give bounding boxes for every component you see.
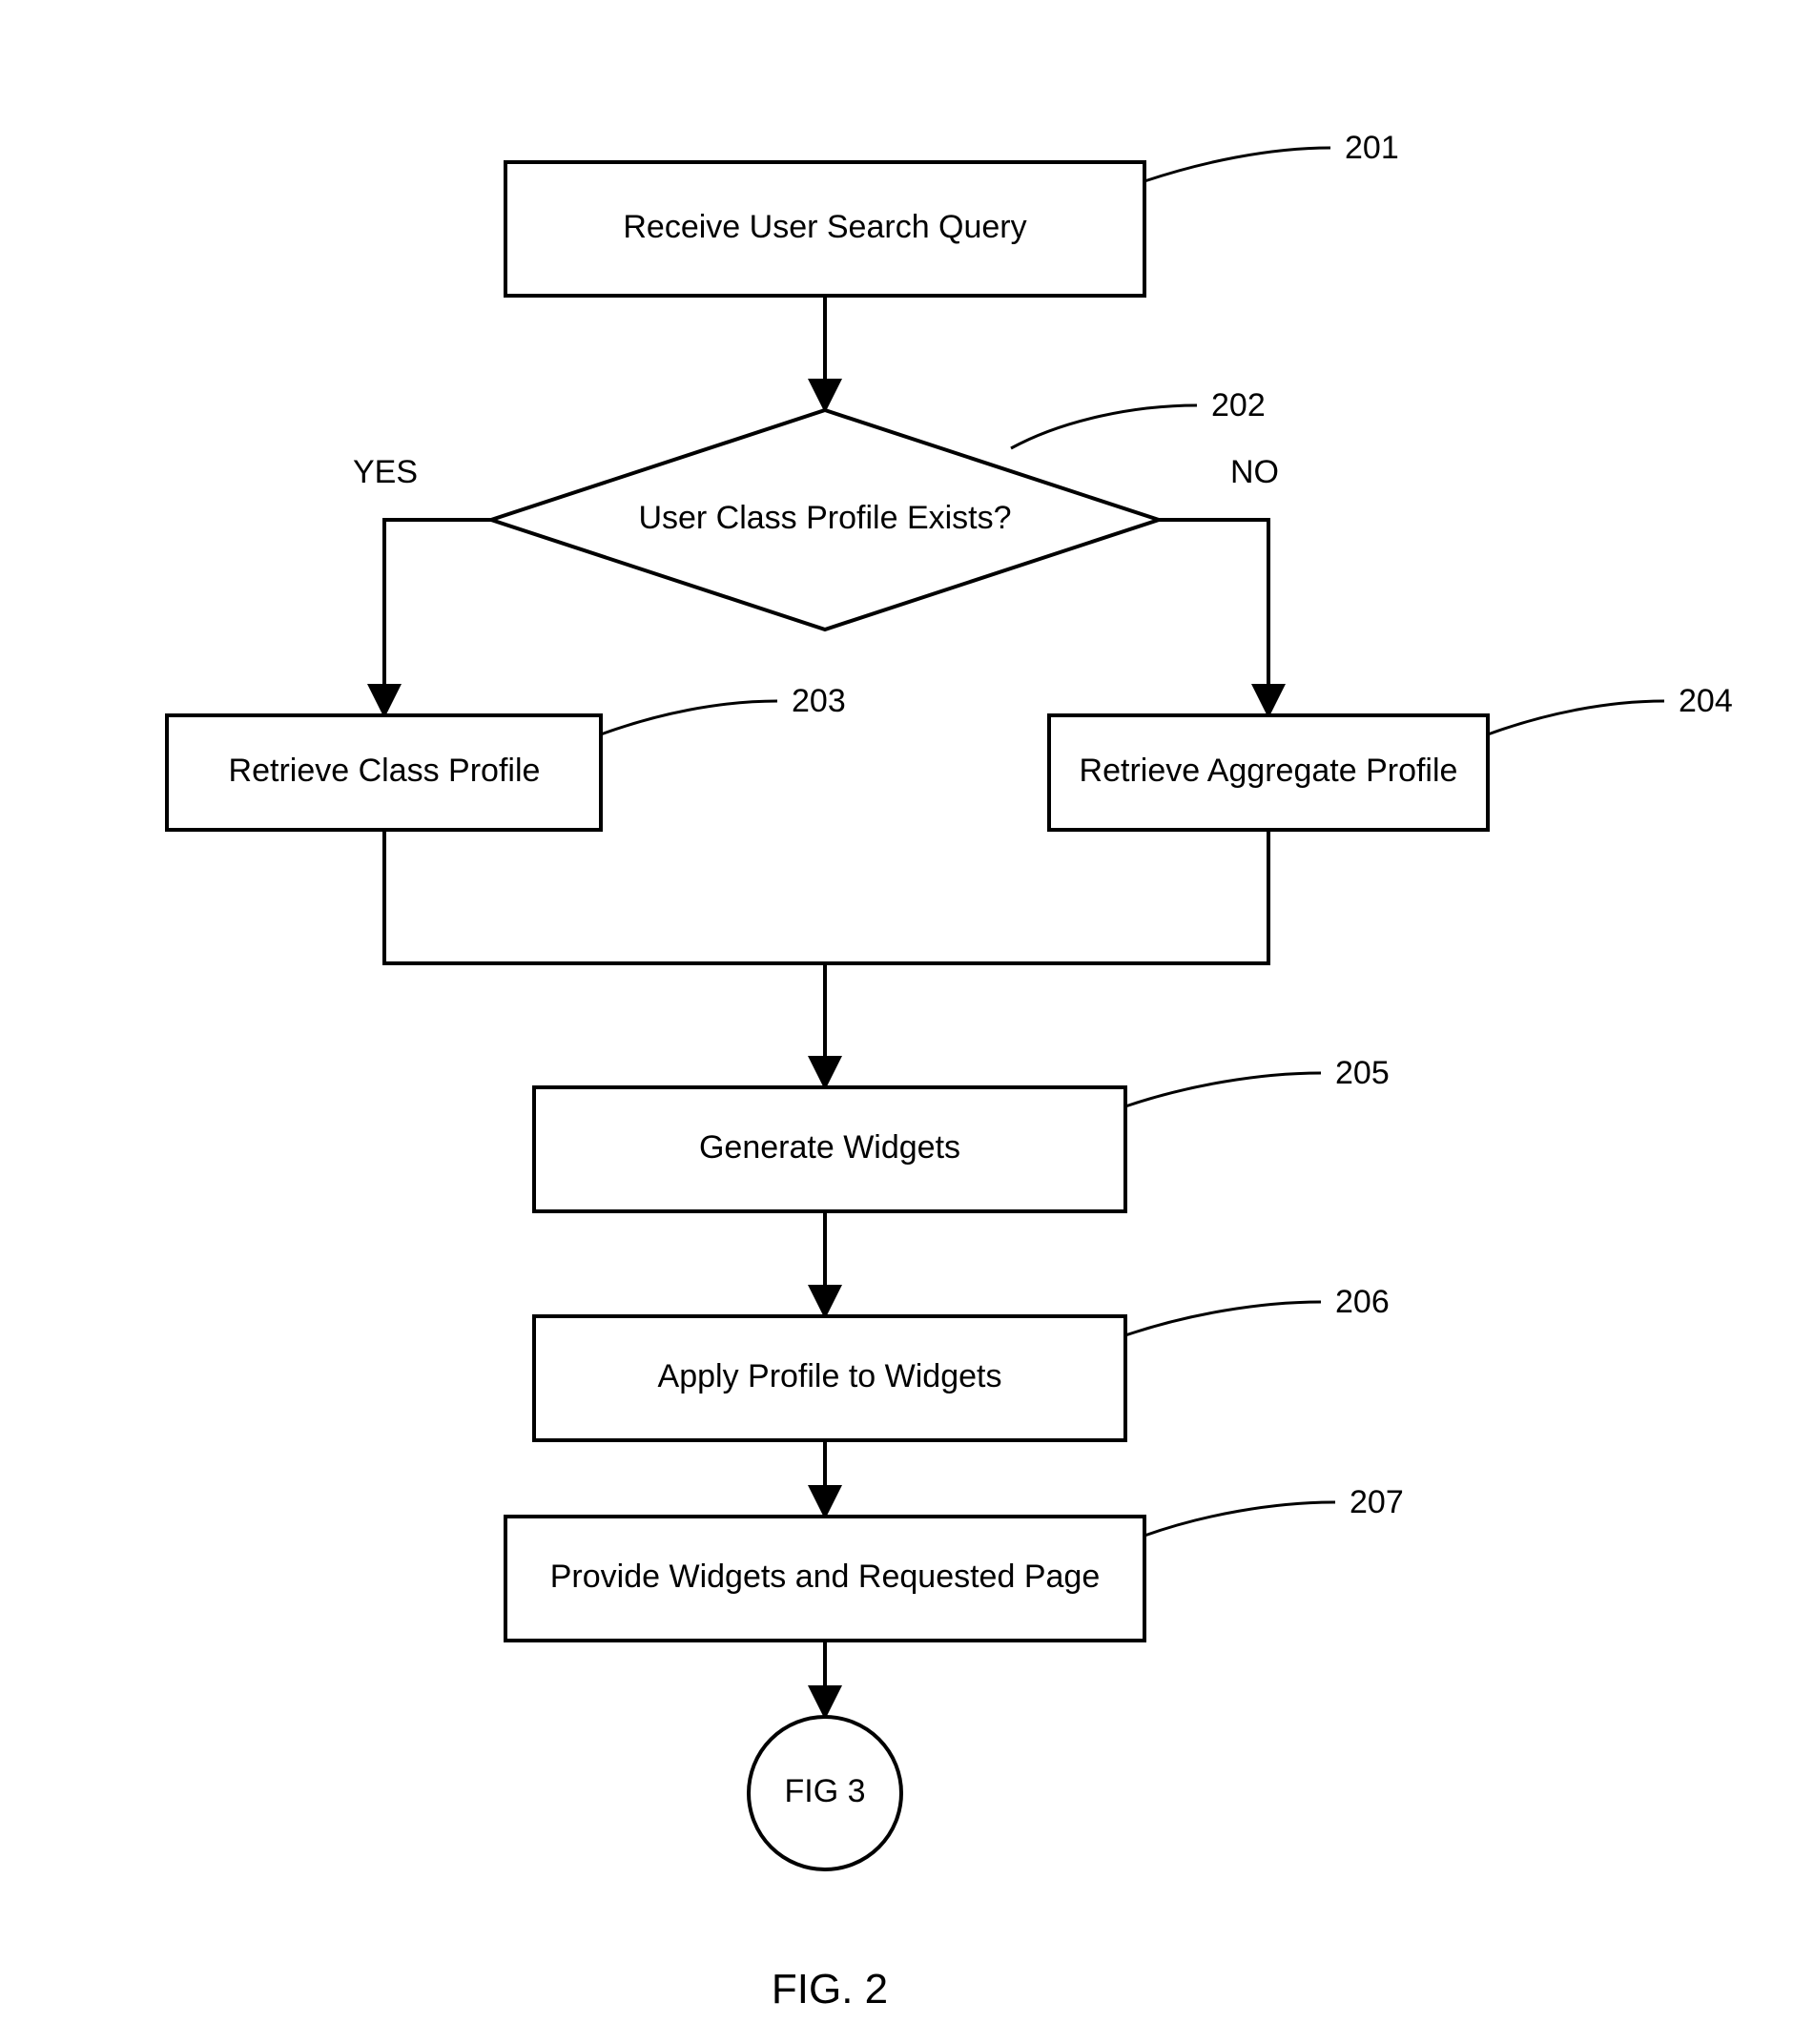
leader-line [1125,1073,1321,1106]
decision-label: User Class Profile Exists? [638,500,1011,536]
ref-number: 201 [1345,130,1399,166]
ref-number: 206 [1335,1284,1390,1320]
merge-connector [384,830,1268,963]
connector-yes [384,520,491,715]
process-label: Apply Profile to Widgets [658,1358,1002,1394]
branch-no-label: NO [1230,454,1279,490]
ref-number: 202 [1211,387,1266,423]
leader-line [601,701,777,734]
process-label: Generate Widgets [699,1129,960,1166]
process-label: Provide Widgets and Requested Page [550,1559,1100,1595]
leader-line [1011,405,1197,448]
leader-line [1144,1502,1335,1536]
leader-line [1144,148,1330,181]
process-label: Receive User Search Query [623,209,1026,245]
ref-number: 205 [1335,1055,1390,1091]
ref-number: 204 [1679,683,1733,719]
ref-number: 207 [1350,1484,1404,1520]
connector-no [1159,520,1268,715]
offpage-label: FIG 3 [784,1773,865,1809]
leader-line [1488,701,1664,734]
leader-line [1125,1302,1321,1335]
ref-number: 203 [792,683,846,719]
branch-yes-label: YES [353,454,418,490]
process-label: Retrieve Class Profile [229,753,541,789]
figure-caption: FIG. 2 [772,1966,888,2013]
process-label: Retrieve Aggregate Profile [1080,753,1458,789]
